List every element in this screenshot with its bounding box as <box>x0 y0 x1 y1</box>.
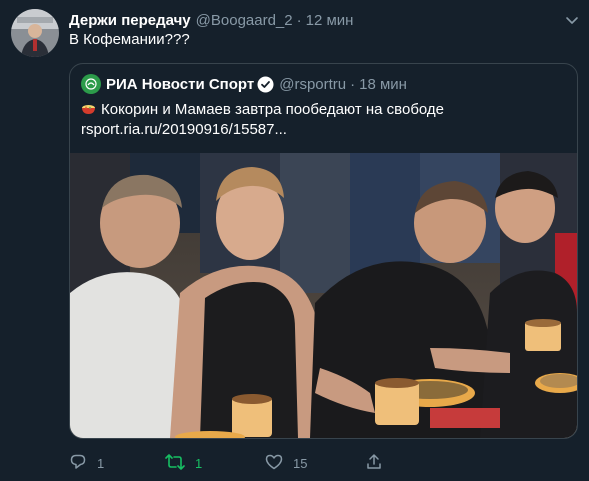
quoted-photo[interactable] <box>70 153 577 438</box>
quoted-tweet-header: РИА Новости Спорт @rsportru · 18 мин <box>81 74 407 94</box>
reply-icon <box>69 453 87 474</box>
quoted-link[interactable]: rsport.ria.ru/20190916/15587... <box>81 120 444 140</box>
chevron-down-icon[interactable] <box>562 10 582 30</box>
user-handle[interactable]: @Boogaard_2 <box>196 12 293 29</box>
share-icon <box>365 453 383 474</box>
quoted-avatar[interactable] <box>81 74 101 94</box>
tweet-header: Держи передачу @Boogaard_2 · 12 мин <box>69 10 353 30</box>
like-button[interactable]: 15 <box>265 452 307 474</box>
separator-dot: · <box>296 11 302 29</box>
pot-of-food-icon <box>81 101 96 116</box>
quoted-text-line: Кокорин и Мамаев завтра пообедают на сво… <box>101 101 445 118</box>
display-name[interactable]: Держи передачу <box>69 12 191 29</box>
user-avatar[interactable] <box>11 9 59 57</box>
quoted-display-name[interactable]: РИА Новости Спорт <box>106 76 254 93</box>
quoted-text: Кокорин и Мамаев завтра пообедают на сво… <box>81 100 444 140</box>
heart-icon <box>265 453 283 474</box>
tweet-timestamp[interactable]: 12 мин <box>306 12 354 29</box>
quoted-timestamp[interactable]: 18 мин <box>359 76 407 93</box>
like-count: 15 <box>293 455 308 471</box>
quoted-handle[interactable]: @rsportru <box>279 76 346 93</box>
share-button[interactable] <box>365 452 383 474</box>
photo-canteen-scene <box>70 153 577 438</box>
tweet-actions: 1 1 15 <box>69 452 389 474</box>
reply-count: 1 <box>97 455 105 471</box>
retweet-count: 1 <box>195 455 203 471</box>
tweet[interactable]: Держи передачу @Boogaard_2 · 12 мин В Ко… <box>0 0 589 481</box>
reply-button[interactable]: 1 <box>69 452 104 474</box>
retweet-button[interactable]: 1 <box>165 452 202 474</box>
tweet-text: В Кофемании??? <box>69 31 190 48</box>
verified-badge-icon <box>257 76 274 93</box>
separator-dot: · <box>350 75 356 93</box>
retweet-icon <box>165 453 185 474</box>
quoted-tweet[interactable]: РИА Новости Спорт @rsportru · 18 мин Кок… <box>69 63 578 439</box>
